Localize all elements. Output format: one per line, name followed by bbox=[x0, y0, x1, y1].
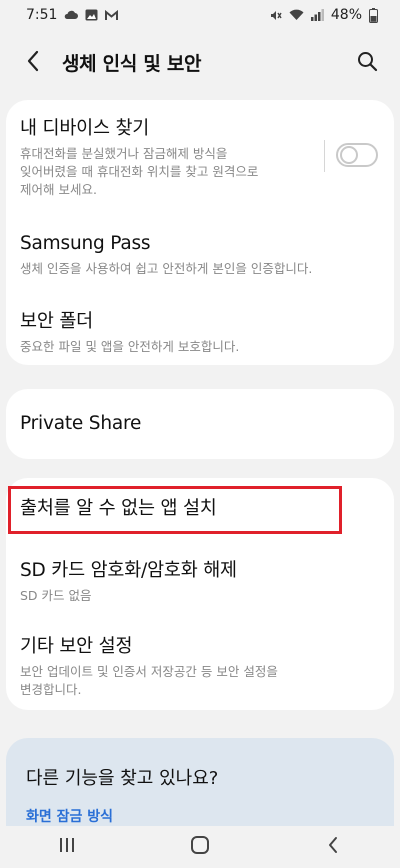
highlight-box bbox=[8, 486, 342, 534]
samsung-pass-title: Samsung Pass bbox=[20, 233, 151, 254]
secure-folder-subtitle: 중요한 파일 및 앱을 안전하게 보호합니다. bbox=[20, 339, 240, 354]
status-bar-left: 7:51 bbox=[26, 7, 119, 23]
navigation-bar bbox=[0, 826, 400, 868]
other-security-title: 기타 보안 설정 bbox=[20, 636, 133, 657]
recent-apps-icon bbox=[58, 837, 76, 857]
back-nav-button[interactable] bbox=[303, 832, 363, 862]
gmail-icon bbox=[105, 9, 119, 21]
status-bar-right: 48% bbox=[269, 7, 378, 23]
list-item-secure-folder[interactable]: 보안 폴더 중요한 파일 및 앱을 안전하게 보호합니다. bbox=[20, 309, 380, 356]
search-icon bbox=[357, 51, 378, 76]
sd-encrypt-title: SD 카드 암호화/암호화 해제 bbox=[20, 560, 237, 581]
recent-apps-button[interactable] bbox=[37, 832, 97, 862]
search-button[interactable] bbox=[352, 48, 382, 78]
battery-icon bbox=[369, 7, 378, 23]
status-time: 7:51 bbox=[26, 7, 58, 23]
find-device-title: 내 디바이스 찾기 bbox=[20, 118, 150, 139]
battery-percent: 48% bbox=[330, 7, 362, 23]
sd-encrypt-subtitle: SD 카드 없음 bbox=[20, 588, 92, 603]
secure-folder-title: 보안 폴더 bbox=[20, 311, 93, 332]
cloud-icon bbox=[64, 10, 79, 20]
list-item-private-share[interactable]: Private Share bbox=[20, 411, 380, 437]
private-share-title: Private Share bbox=[20, 413, 142, 434]
list-item-sd-encrypt[interactable]: SD 카드 암호화/암호화 해제 SD 카드 없음 bbox=[20, 558, 380, 605]
toggle-divider bbox=[324, 140, 325, 172]
gallery-icon bbox=[85, 9, 98, 21]
find-device-subtitle-line2: 잊어버렸을 때 휴대전화 위치를 찾고 원격으로 bbox=[20, 164, 259, 179]
page-title: 생체 인식 및 보안 bbox=[62, 53, 202, 75]
suggestion-title: 다른 기능을 찾고 있나요? bbox=[26, 768, 219, 789]
home-button[interactable] bbox=[170, 832, 230, 862]
home-icon bbox=[190, 835, 210, 859]
list-item-samsung-pass[interactable]: Samsung Pass 생체 인증을 사용하여 쉽고 안전하게 본인을 인증합… bbox=[20, 231, 380, 278]
list-item-other-security[interactable]: 기타 보안 설정 보안 업데이트 및 인증서 저장공간 등 보안 설정을 변경합… bbox=[20, 634, 380, 699]
app-bar: 생체 인식 및 보안 bbox=[0, 38, 400, 86]
list-item-find-device[interactable]: 내 디바이스 찾기 휴대전화를 분실했거나 잠금해제 방식을 잊어버렸을 때 휴… bbox=[20, 116, 310, 199]
other-security-subtitle-line2: 변경합니다. bbox=[20, 682, 82, 697]
mute-icon bbox=[269, 9, 282, 22]
find-device-subtitle-line1: 휴대전화를 분실했거나 잠금해제 방식을 bbox=[20, 146, 228, 161]
status-bar: 7:51 48% bbox=[0, 0, 400, 30]
other-security-subtitle-line1: 보안 업데이트 및 인증서 저장공간 등 보안 설정을 bbox=[20, 664, 278, 679]
chevron-left-icon bbox=[26, 50, 40, 76]
find-device-subtitle-line3: 제어해 보세요. bbox=[20, 182, 97, 197]
find-device-toggle[interactable] bbox=[336, 143, 378, 167]
wifi-icon bbox=[289, 9, 304, 21]
back-nav-icon bbox=[327, 836, 339, 858]
find-device-subtitle: 휴대전화를 분실했거나 잠금해제 방식을 잊어버렸을 때 휴대전화 위치를 찾고… bbox=[20, 145, 310, 199]
samsung-pass-subtitle: 생체 인증을 사용하여 쉽고 안전하게 본인을 인증합니다. bbox=[20, 261, 313, 276]
suggestion-link-screen-lock[interactable]: 화면 잠금 방식 bbox=[26, 806, 113, 826]
back-button[interactable] bbox=[18, 48, 48, 78]
toggle-knob bbox=[340, 146, 358, 164]
other-security-subtitle: 보안 업데이트 및 인증서 저장공간 등 보안 설정을 변경합니다. bbox=[20, 663, 380, 699]
signal-icon bbox=[310, 9, 324, 21]
